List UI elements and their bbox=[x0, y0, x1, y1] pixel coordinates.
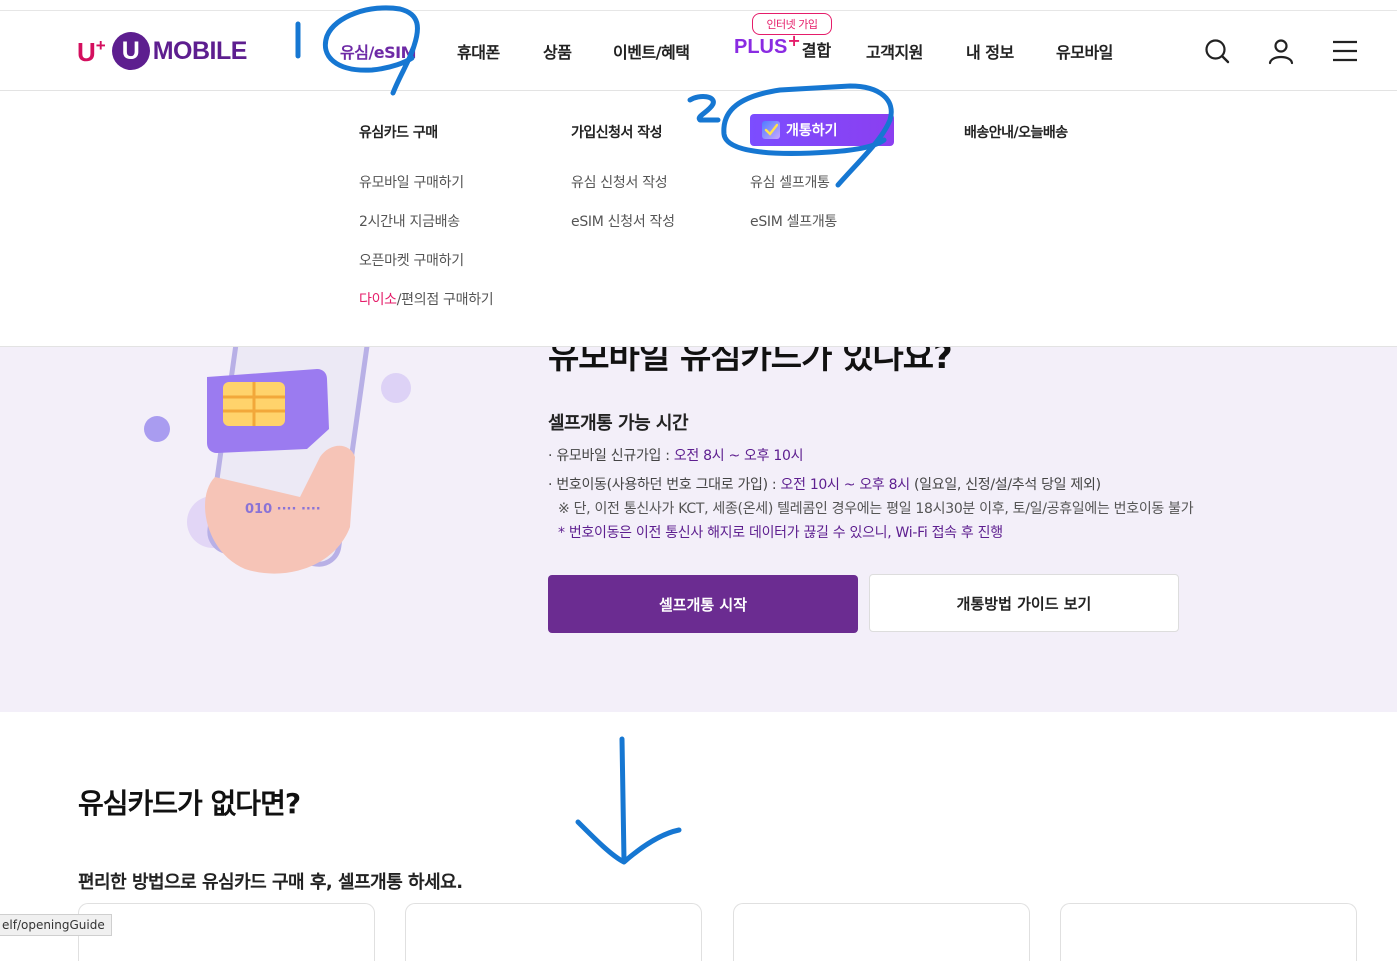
nav-products[interactable]: 상품 bbox=[543, 39, 572, 63]
new-signup-label: 유모바일 신규가입 : bbox=[556, 448, 674, 464]
port-in-label: 번호이동(사용하던 번호 그대로 가입) : bbox=[556, 477, 781, 493]
umobile-logo[interactable]: U+ U MOBILE bbox=[77, 31, 247, 71]
kct-note: ※ 단, 이전 통신사가 KCT, 세종(온세) 텔레콤인 경우에는 평일 18… bbox=[558, 501, 1194, 517]
port-in-suffix: (일요일, 신정/설/추석 당일 제외) bbox=[909, 477, 1101, 493]
nav-support[interactable]: 고객지원 bbox=[866, 39, 923, 63]
nav-usim-esim[interactable]: 유심/eSIM bbox=[340, 39, 417, 63]
menu-item-umobile-purchase[interactable]: 유모바일 구매하기 bbox=[359, 172, 464, 192]
nav-plus-bundle[interactable]: PLUS + 결합 bbox=[734, 33, 832, 61]
activation-label: 개통하기 bbox=[786, 123, 838, 139]
new-signup-hours: · 유모바일 신규가입 : 오전 8시 ~ 오후 10시 bbox=[548, 448, 804, 464]
purchase-option-card[interactable] bbox=[405, 903, 702, 961]
status-url-tooltip: elf/openingGuide bbox=[0, 914, 112, 936]
menu-heading-delivery[interactable]: 배송안내/오늘배송 bbox=[964, 122, 1068, 142]
purchase-option-card[interactable] bbox=[78, 903, 375, 961]
convenience-label: /편의점 구매하기 bbox=[396, 292, 494, 308]
user-icon[interactable] bbox=[1267, 37, 1295, 65]
nav-phone[interactable]: 휴대폰 bbox=[457, 39, 500, 63]
menu-heading-usim-purchase[interactable]: 유심카드 구매 bbox=[359, 122, 438, 142]
search-icon[interactable] bbox=[1203, 37, 1231, 65]
check-icon bbox=[762, 121, 780, 139]
site-header: U+ U MOBILE 유심/eSIM 휴대폰 상품 이벤트/혜택 인터넷 가입… bbox=[0, 11, 1397, 91]
menu-item-daiso-convenience[interactable]: 다이소/편의점 구매하기 bbox=[359, 289, 494, 309]
logo-u-mark: U bbox=[111, 32, 150, 70]
port-in-value: 오전 10시 ~ 오후 8시 bbox=[780, 477, 911, 493]
self-activation-hours-title: 셀프개통 가능 시간 bbox=[548, 413, 689, 434]
no-usim-title: 유심카드가 없다면? bbox=[78, 787, 301, 820]
nav-events[interactable]: 이벤트/혜택 bbox=[613, 39, 690, 63]
mega-menu: 유심카드 구매 유모바일 구매하기 2시간내 지금배송 오픈마켓 구매하기 다이… bbox=[0, 92, 1397, 347]
wifi-note: * 번호이동은 이전 통신사 해지로 데이터가 끊길 수 있으니, Wi-Fi … bbox=[558, 525, 1003, 541]
logo-mobile-text: MOBILE bbox=[152, 36, 248, 65]
hero-section: 010 ···· ···· 유모바일 유심카드가 있나요? 셀프개통 가능 시간… bbox=[0, 347, 1397, 712]
activation-guide-button[interactable]: 개통방법 가이드 보기 bbox=[869, 574, 1179, 632]
plus-word: PLUS bbox=[734, 36, 788, 58]
plus-star: + bbox=[787, 31, 801, 50]
menu-item-usim-self-activation[interactable]: 유심 셀프개통 bbox=[750, 172, 830, 192]
logo-uplus: U+ bbox=[77, 36, 106, 67]
nav-my-info[interactable]: 내 정보 bbox=[966, 39, 1014, 63]
port-in-hours: · 번호이동(사용하던 번호 그대로 가입) : 오전 10시 ~ 오후 8시 … bbox=[548, 477, 1101, 493]
plus-bundle-label: 결합 bbox=[801, 41, 832, 60]
daiso-highlight: 다이소 bbox=[359, 292, 397, 308]
menu-item-open-market[interactable]: 오픈마켓 구매하기 bbox=[359, 250, 464, 270]
menu-item-usim-application[interactable]: 유심 신청서 작성 bbox=[571, 172, 668, 192]
menu-icon[interactable] bbox=[1331, 37, 1359, 65]
hero-title: 유모바일 유심카드가 있나요? bbox=[548, 347, 953, 377]
purchase-option-card[interactable] bbox=[1060, 903, 1357, 961]
menu-heading-activation[interactable]: 개통하기 bbox=[750, 114, 894, 146]
phone-sim-illustration: 010 ···· ···· bbox=[144, 347, 411, 574]
no-usim-subtitle: 편리한 방법으로 유심카드 구매 후, 셀프개통 하세요. bbox=[78, 872, 463, 893]
annotation-down-arrow bbox=[575, 736, 682, 865]
self-activation-start-button[interactable]: 셀프개통 시작 bbox=[548, 575, 858, 633]
menu-heading-application[interactable]: 가입신청서 작성 bbox=[571, 122, 663, 142]
nav-umobile[interactable]: 유모바일 bbox=[1056, 39, 1113, 63]
menu-item-esim-application[interactable]: eSIM 신청서 작성 bbox=[571, 211, 675, 231]
new-signup-value: 오전 8시 ~ 오후 10시 bbox=[673, 448, 804, 464]
menu-item-esim-self-activation[interactable]: eSIM 셀프개통 bbox=[750, 211, 837, 231]
phone-number-text: 010 ···· ···· bbox=[245, 502, 321, 517]
purchase-option-card[interactable] bbox=[733, 903, 1030, 961]
menu-item-2hr-delivery[interactable]: 2시간내 지금배송 bbox=[359, 211, 460, 231]
